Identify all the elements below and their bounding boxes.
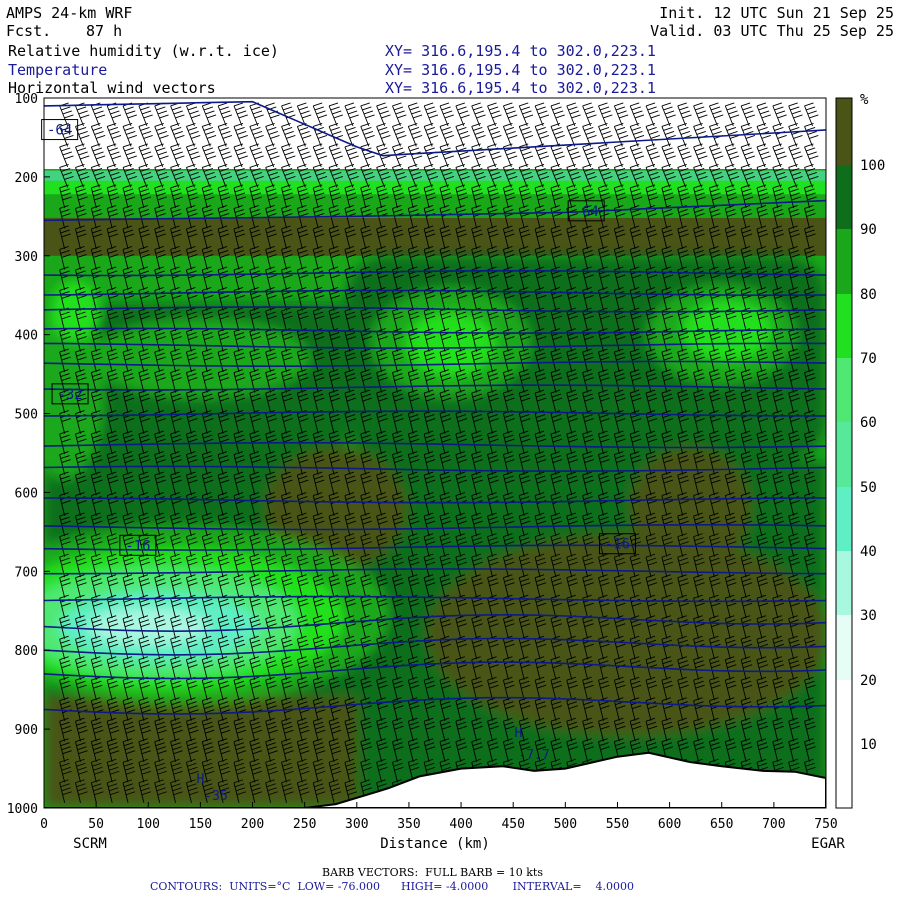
rh-band-3 bbox=[44, 194, 826, 221]
rh-blob-g bbox=[427, 534, 826, 735]
rh-blob-h bbox=[630, 448, 751, 569]
rh-blob-c bbox=[405, 312, 496, 377]
cross-section-chart: -64-64-32-16 -16H-35H-7.7 100200300400500… bbox=[7, 92, 886, 852]
rh-band-4 bbox=[44, 217, 826, 256]
